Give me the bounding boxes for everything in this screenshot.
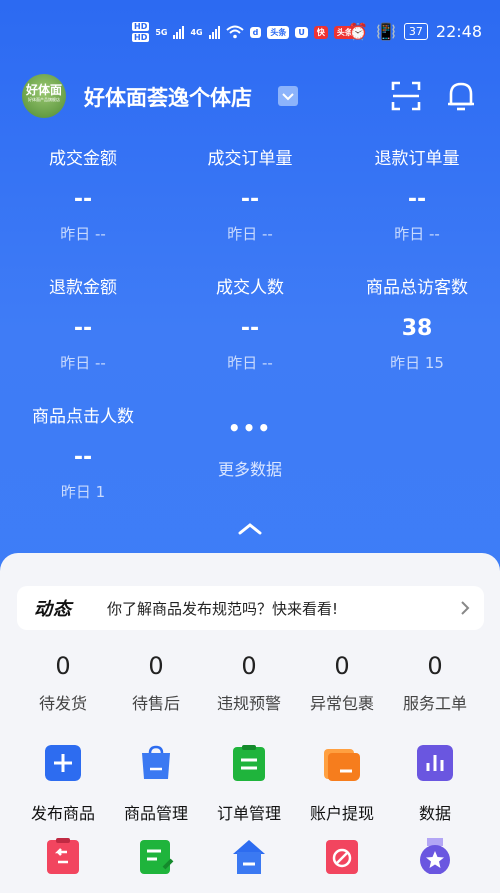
stat-deal-orders[interactable]: 成交订单量 -- 昨日 -- [167,147,333,244]
video-app-icon: 快 [313,25,328,39]
tool-withdraw[interactable]: 账户提现 [295,745,389,824]
vibrate-icon: 📳 [375,22,396,41]
star-badge-icon [420,838,450,875]
chevron-down-icon [282,93,294,101]
app-notify-icon: d [249,26,262,38]
edit-note-icon [140,840,174,874]
stat-product-clickers[interactable]: 商品点击人数 -- 昨日 1 [0,405,166,502]
store-icon [233,840,265,874]
clock: 22:48 [435,22,482,41]
hd-indicator: HD HD [132,22,150,42]
stat-refund-orders[interactable]: 退款订单量 -- 昨日 -- [334,147,500,244]
status-bar: HD HD 5G 4G d 头条 U 快 头条 ⏰ 📳 37 22:48 [0,22,500,52]
tool-publish-product[interactable]: 发布商品 [16,745,110,824]
signal-icon [173,25,185,39]
counter-violation-warning[interactable]: 0 违规预警 [202,650,296,714]
more-dots-icon: ••• [227,416,273,440]
bar-chart-icon [417,745,453,781]
alarm-icon: ⏰ [348,22,368,41]
more-data-button[interactable]: ••• 更多数据 [167,418,333,480]
shop-avatar[interactable]: 好体面 好体面产品旗舰店 [22,74,66,118]
shop-name[interactable]: 好体面荟逸个体店 [84,82,252,112]
wifi-icon [225,25,244,39]
counter-pending-ship[interactable]: 0 待发货 [16,650,110,714]
scan-icon[interactable] [390,80,422,112]
tool-data[interactable]: 数据 [388,745,482,824]
network-4g-label: 4G [190,27,203,37]
signal-icon-2 [208,25,220,39]
plus-icon [45,745,81,781]
return-icon [47,838,79,874]
chevron-up-icon[interactable] [236,520,264,536]
news-banner[interactable]: 动态 你了解商品发布规范吗？快来看看! [17,586,484,630]
counter-pending-aftersale[interactable]: 0 待售后 [109,650,203,714]
shopping-bag-icon [142,745,170,779]
bell-icon[interactable] [445,79,477,113]
clipboard-icon [233,745,265,781]
shop-switch-dropdown[interactable] [278,86,298,106]
news-tag: 动态 [34,599,72,620]
news-text: 你了解商品发布规范吗？快来看看! [107,600,339,618]
stat-product-visitors[interactable]: 商品总访客数 38 昨日 15 [334,276,500,373]
misc-app-icon: U [295,26,308,38]
wallet-icon [324,749,360,781]
battery-icon: 37 [403,23,428,40]
stat-refund-amount[interactable]: 退款金额 -- 昨日 -- [0,276,166,373]
stat-deal-amount[interactable]: 成交金额 -- 昨日 -- [0,147,166,244]
tool-block[interactable] [295,838,389,878]
tool-order-manage[interactable]: 订单管理 [202,745,296,824]
tool-product-manage[interactable]: 商品管理 [109,745,203,824]
counter-service-ticket[interactable]: 0 服务工单 [388,650,482,714]
chevron-right-icon [461,601,470,615]
tool-star[interactable] [388,838,482,878]
network-5g-label: 5G [155,27,168,37]
counter-abnormal-package[interactable]: 0 异常包裹 [295,650,389,714]
tool-edit[interactable] [109,838,203,878]
tool-store[interactable] [202,838,296,878]
block-icon [326,840,358,874]
tool-return[interactable] [16,838,110,878]
news-app-chip: 头条 [267,25,290,39]
stat-deal-buyers[interactable]: 成交人数 -- 昨日 -- [167,276,333,373]
